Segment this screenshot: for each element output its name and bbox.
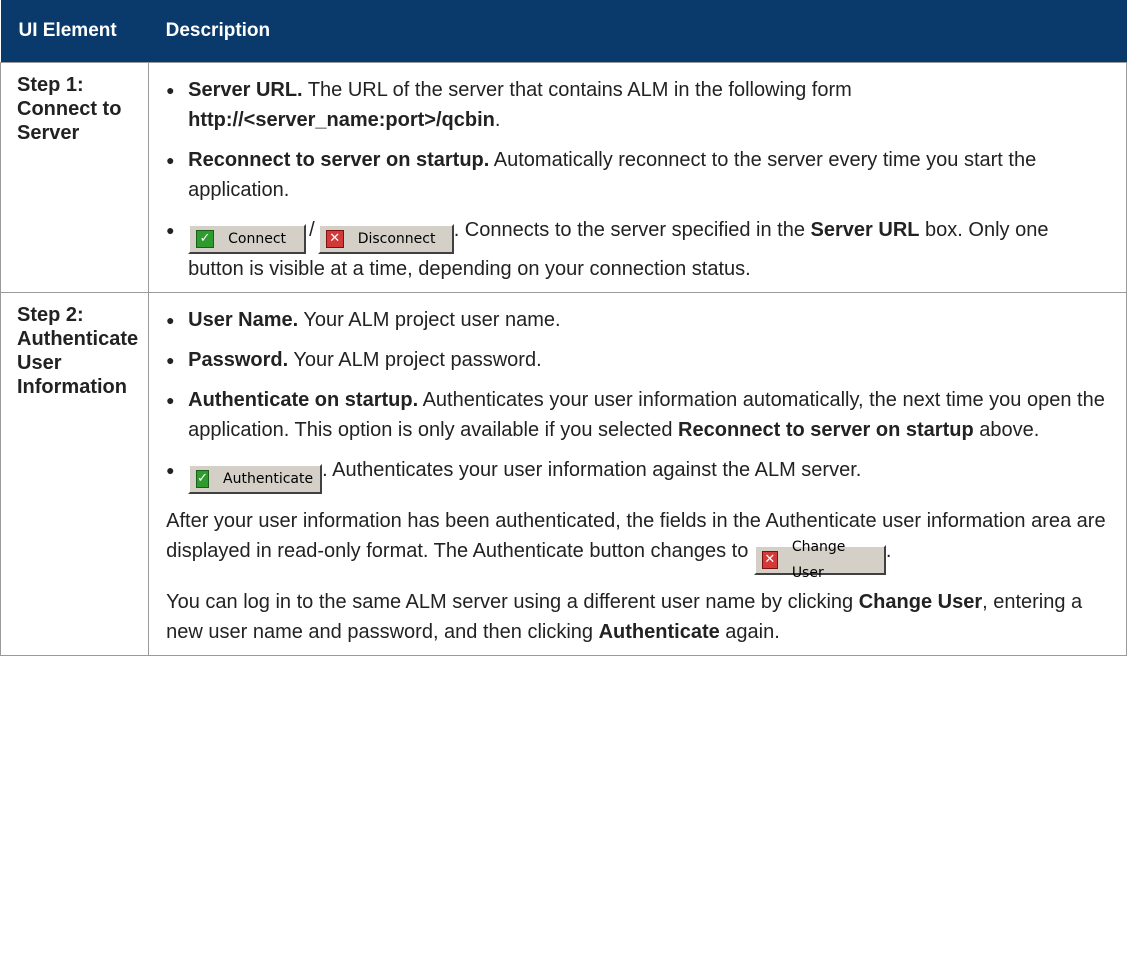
x-icon: ✕ <box>761 551 778 569</box>
table-header-row: UI Element Description <box>0 0 1127 63</box>
term-reconnect: Reconnect to server on startup. <box>188 149 490 171</box>
row-label-step2: Step 2: Authenticate User Information <box>0 292 150 656</box>
x-icon: ✕ <box>325 230 344 248</box>
row-description-step2: ● User Name. Your ALM project user name.… <box>148 292 1127 656</box>
authenticate-button-label: Authenticate <box>223 471 314 487</box>
bullet-icon: ● <box>166 152 175 168</box>
server-url-format: http://<server_name:port>/qcbin <box>188 109 495 131</box>
connect-button[interactable]: ✓ Connect <box>188 224 307 254</box>
description-text: . <box>885 540 892 562</box>
separator: / <box>309 219 315 241</box>
description-text: Your ALM project user name. <box>298 309 561 331</box>
list-item: ● Server URL. The URL of the server that… <box>166 75 1106 135</box>
list-item: ● Reconnect to server on startup. Automa… <box>166 145 1106 205</box>
term-reconnect-ref: Reconnect to server on startup <box>678 419 974 441</box>
ui-element-table: UI Element Description Step 1: Connect t… <box>0 0 1127 656</box>
description-text: After your user information has been aut… <box>166 510 1106 562</box>
header-description: Description <box>148 0 1127 63</box>
bullet-icon: ● <box>166 222 175 238</box>
connect-button-label: Connect <box>228 231 287 247</box>
table-row: Step 2: Authenticate User Information ● … <box>0 292 1127 656</box>
authenticate-button[interactable]: ✓ Authenticate <box>188 464 323 494</box>
change-user-button-label: Change User <box>791 539 846 581</box>
term-user-name: User Name. <box>188 309 299 331</box>
term-server-url: Server URL. <box>188 79 303 101</box>
term-password: Password. <box>188 349 289 371</box>
list-item: ● ✓ Connect / ✕ Disconnect . Connects to the … <box>166 215 1106 284</box>
description-text: again. <box>719 621 780 643</box>
term-server-url-box: Server URL <box>810 219 920 241</box>
term-authenticate: Authenticate <box>598 621 720 643</box>
table-row: Step 1: Connect to Server ● Server URL. … <box>0 62 1127 293</box>
description-text: You can log in to the same ALM server us… <box>166 591 859 613</box>
description-text: . Connects to the server specified in th… <box>453 219 811 241</box>
list-item: ● Password. Your ALM project password. <box>166 345 1106 375</box>
change-user-button[interactable]: ✕ Change User <box>753 539 886 581</box>
list-item: ● Authenticate on startup. Authenticates… <box>166 385 1106 445</box>
bullet-icon: ● <box>166 352 175 368</box>
bullet-icon: ● <box>166 392 175 408</box>
bullet-icon: ● <box>166 312 175 328</box>
term-change-user: Change User <box>858 591 983 613</box>
paragraph: After your user information has been aut… <box>166 506 1106 581</box>
check-icon: ✓ <box>196 470 210 488</box>
bullet-icon: ● <box>166 82 175 98</box>
paragraph: You can log in to the same ALM server us… <box>166 587 1106 647</box>
description-text: Your ALM project password. <box>288 349 542 371</box>
description-text: . <box>494 109 501 131</box>
row-label-step1: Step 1: Connect to Server <box>0 62 150 293</box>
disconnect-button[interactable]: ✕ Disconnect <box>317 224 454 254</box>
header-ui-element: UI Element <box>0 0 149 63</box>
disconnect-button-label: Disconnect <box>357 231 436 247</box>
check-icon: ✓ <box>196 230 215 248</box>
bullet-icon: ● <box>166 462 175 478</box>
description-text: above. <box>973 419 1040 441</box>
list-item: ● ✓ Authenticate . Authenticates your user… <box>166 455 1106 494</box>
row-description-step1: ● Server URL. The URL of the server that… <box>148 62 1127 293</box>
term-authenticate-on-startup: Authenticate on startup. <box>188 389 419 411</box>
description-text: . Authenticates your user information ag… <box>322 459 862 481</box>
description-text: The URL of the server that contains ALM … <box>302 79 852 101</box>
list-item: ● User Name. Your ALM project user name. <box>166 305 1106 335</box>
